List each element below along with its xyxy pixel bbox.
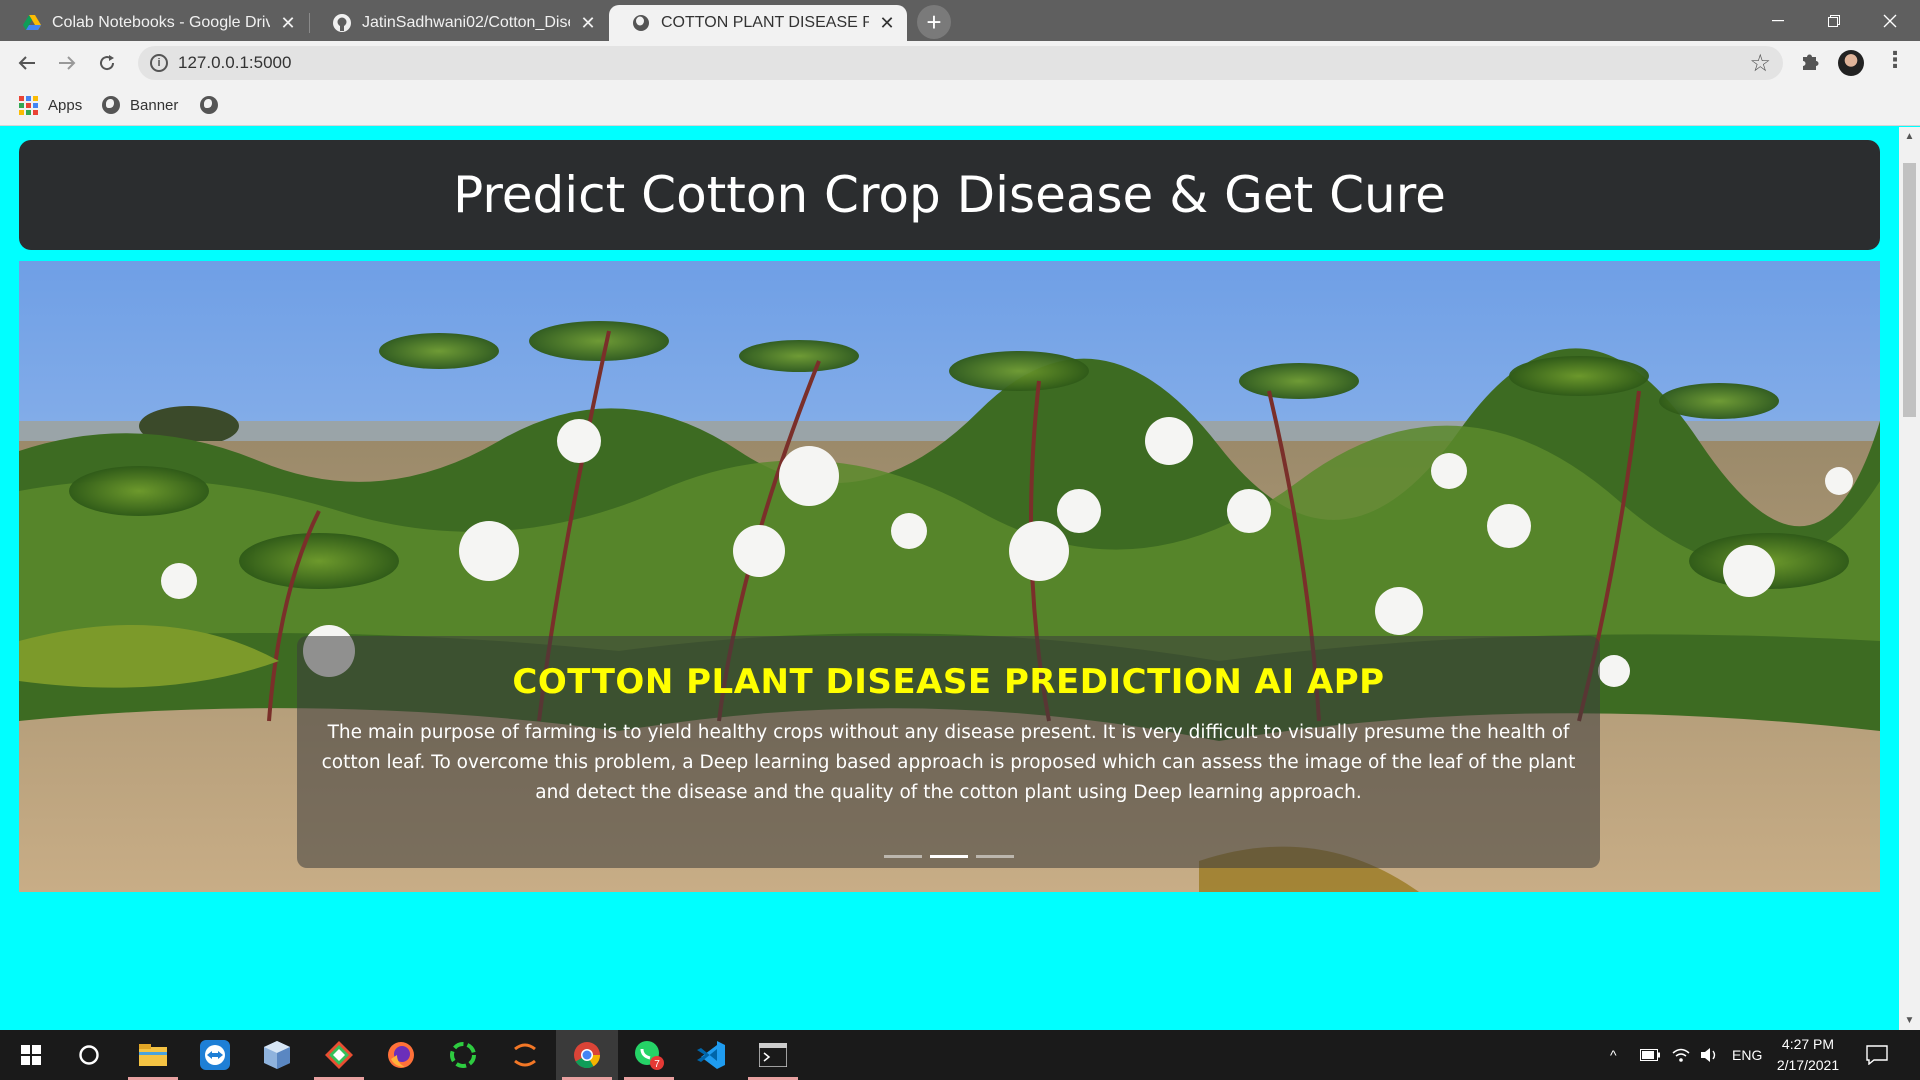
jupyter-icon[interactable] [494,1030,556,1080]
bookmark-untitled[interactable] [200,84,228,126]
language-indicator[interactable]: ENG [1732,1030,1762,1080]
minimize-icon[interactable] [1750,0,1806,41]
notifications-icon[interactable] [1866,1030,1888,1080]
file-explorer-icon[interactable] [122,1030,184,1080]
git-icon[interactable] [308,1030,370,1080]
whatsapp-badge: 7 [654,1059,660,1070]
tab-colab-notebooks[interactable]: Colab Notebooks - Google Drive ✕ [0,5,308,41]
bookmark-apps[interactable]: Apps [19,84,82,126]
bookmark-star-icon[interactable]: ☆ [1749,49,1771,78]
bookmarks-bar: Apps Banner [0,84,1920,126]
browser-tab-strip: Colab Notebooks - Google Drive ✕ JatinSa… [0,0,1920,41]
caption-text: The main purpose of farming is to yield … [321,722,1576,803]
loader-app-icon[interactable] [432,1030,494,1080]
apps-grid-icon [19,95,38,115]
scroll-down-arrow-icon[interactable]: ▼ [1899,1015,1920,1026]
hero-carousel[interactable]: COTTON PLANT DISEASE PREDICTION AI APP T… [19,261,1880,892]
reload-icon[interactable] [91,47,123,79]
tab-title: Colab Notebooks - Google Drive [52,14,270,31]
scrollbar-thumb[interactable] [1903,163,1916,417]
forward-arrow-icon[interactable] [51,47,83,79]
scroll-up-arrow-icon[interactable]: ▲ [1899,131,1920,142]
carousel-indicator-3[interactable] [975,855,1014,858]
carousel-indicator-1[interactable] [883,855,922,858]
new-tab-button[interactable]: + [917,5,951,39]
window-close-icon[interactable] [1862,0,1918,41]
page-title: Predict Cotton Crop Disease & Get Cure [453,166,1446,224]
site-info-icon[interactable]: i [150,54,168,72]
close-icon[interactable]: ✕ [877,13,897,34]
url-text: 127.0.0.1:5000 [178,53,292,72]
browser-menu-icon[interactable]: ⋮ [1884,47,1906,73]
carousel-indicators [297,855,1600,858]
page-viewport: Predict Cotton Crop Disease & Get Cure C… [0,127,1899,1030]
teamviewer-icon[interactable] [184,1030,246,1080]
firefox-icon[interactable] [370,1030,432,1080]
tray-chevron-icon[interactable]: ^ [1610,1030,1617,1080]
bookmark-banner[interactable]: Banner [102,84,178,126]
back-arrow-icon[interactable] [11,47,43,79]
tab-title: COTTON PLANT DISEASE PREDIC [661,14,869,31]
wifi-icon[interactable] [1672,1030,1690,1080]
windows-taskbar: 7 ^ ENG 4:27 PM 2/17/2021 [0,1030,1920,1080]
clock-date: 2/17/2021 [1776,1057,1840,1073]
restore-icon[interactable] [1806,0,1862,41]
caption-title: COTTON PLANT DISEASE PREDICTION AI APP [512,662,1385,702]
github-icon [332,13,352,33]
virtualbox-icon[interactable] [246,1030,308,1080]
address-bar[interactable]: i 127.0.0.1:5000 ☆ [138,46,1783,80]
globe-icon [102,96,120,114]
whatsapp-icon[interactable]: 7 [618,1030,680,1080]
vscode-icon[interactable] [680,1030,742,1080]
terminal-icon[interactable] [742,1030,804,1080]
page-header: Predict Cotton Crop Disease & Get Cure [19,140,1880,250]
volume-icon[interactable] [1700,1030,1720,1080]
battery-icon[interactable] [1640,1030,1660,1080]
globe-icon [200,96,218,114]
tab-title: JatinSadhwani02/Cotton_Disease [362,14,570,31]
tab-github-repo[interactable]: JatinSadhwani02/Cotton_Disease ✕ [310,5,608,41]
carousel-indicator-2[interactable] [929,855,968,858]
tab-cotton-disease-app[interactable]: COTTON PLANT DISEASE PREDIC ✕ [609,5,907,41]
close-icon[interactable]: ✕ [578,13,598,34]
bookmark-label: Apps [48,96,83,114]
windows-start-icon[interactable] [0,1030,62,1080]
globe-icon [631,13,651,33]
chrome-icon[interactable] [556,1030,618,1080]
bookmark-label: Banner [130,96,179,114]
clock-time: 4:27 PM [1781,1036,1835,1052]
close-icon[interactable]: ✕ [278,13,298,34]
carousel-caption: COTTON PLANT DISEASE PREDICTION AI APP T… [297,636,1600,868]
extensions-puzzle-icon[interactable] [1800,51,1820,77]
page-scrollbar[interactable]: ▲ ▼ [1899,127,1920,1030]
profile-avatar[interactable] [1838,50,1864,76]
system-clock[interactable]: 4:27 PM 2/17/2021 [1768,1034,1848,1076]
google-drive-icon [22,13,42,33]
browser-toolbar: i 127.0.0.1:5000 ☆ ⋮ [0,41,1920,84]
search-circle-icon[interactable] [58,1030,120,1080]
